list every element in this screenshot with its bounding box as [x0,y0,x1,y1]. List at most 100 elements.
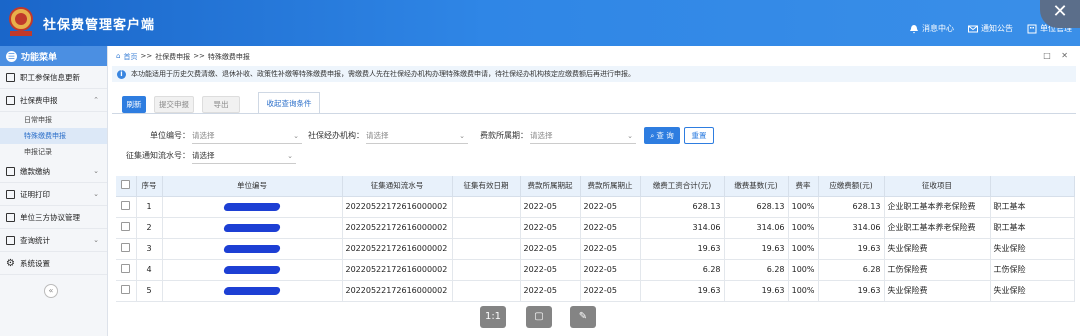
row-checkbox[interactable] [121,201,131,210]
sidebar-item-label: 查询统计 [20,235,50,245]
table-row[interactable]: 5 20220522172616000002 2022-05 2022-05 19.63… [116,280,1075,302]
chevron-down-icon: ⌄ [93,190,99,198]
valid-date-cell [452,196,521,218]
period-start-cell: 2022-05 [520,259,581,281]
base-cell: 6.28 [724,259,789,281]
sidebar-item-label: 证明打印 [20,189,50,199]
item-type-cell: 职工基本 [990,217,1075,239]
col-header: 费款所属期起 [520,176,581,197]
unit-number-cell [162,238,343,260]
item-cell: 失业保险费 [884,238,991,260]
sidebar-header: ☰ 功能菜单 [0,46,107,66]
sidebar-item-label: 系统设置 [19,258,50,268]
period-start-cell: 2022-05 [520,280,581,302]
sidebar: ☰ 功能菜单 职工参保信息更新 社保费申报 ⌃ 日常申报 特殊缴费申报 申报记录… [0,46,108,336]
sidebar-item-label: 缴款缴纳 [20,166,50,176]
sidebar-subitem-records[interactable]: 申报记录 [0,144,107,160]
unit-no-select[interactable]: 请选择 ⌄ [192,128,302,144]
valid-date-cell [452,280,521,302]
select-all-cell[interactable] [116,176,137,197]
chevron-down-icon: ⌄ [627,131,633,140]
sidebar-item-insured-update[interactable]: 职工参保信息更新 [0,66,107,89]
notice-link[interactable]: 通知公告 [968,23,1013,34]
close-icon[interactable]: ✕ [1040,0,1080,28]
row-number: 1 [136,196,163,218]
serial-select[interactable]: 请选择 ⌄ [192,148,296,164]
redacted-unit-number [223,265,281,274]
sidebar-item-payment[interactable]: 缴款缴纳 ⌄ [0,160,107,183]
fit-screen-button[interactable]: ▢ [526,306,552,328]
sidebar-subitem-special[interactable]: 特殊缴费申报 [0,128,107,144]
document-icon [6,212,15,222]
agency-select[interactable]: 请选择 ⌄ [366,128,468,144]
col-header: 序号 [136,176,163,197]
row-select-cell[interactable] [116,280,137,302]
row-checkbox[interactable] [121,222,131,231]
table-row[interactable]: 3 20220522172616000002 2022-05 2022-05 19.63… [116,238,1075,260]
query-button[interactable]: ⌕ 查 询 [644,127,680,144]
item-cell: 企业职工基本养老保险费 [884,217,991,239]
breadcrumb-level2: 特殊缴费申报 [207,53,250,61]
breadcrumb-home[interactable]: 首页 [123,52,137,62]
edit-button[interactable]: ✎ [570,306,596,328]
unit-number-cell [162,280,343,302]
collapse-filter-tab[interactable]: 收起查询条件 [258,92,320,114]
export-button[interactable]: 导出 [202,96,240,113]
period-select[interactable]: 请选择 ⌄ [530,128,636,144]
home-icon: ⌂ [116,52,121,60]
submit-declaration-button[interactable]: 提交申报 [154,96,194,113]
col-header: 征收项目 [884,176,991,197]
app-header: 社保费管理客户端 消息中心 通知公告 单位管理 ✕ [0,0,1080,46]
sidebar-item-query[interactable]: 查询统计 ⌄ [0,229,107,252]
row-checkbox[interactable] [121,264,131,273]
table-row[interactable]: 1 20220522172616000002 2022-05 2022-05 628.1… [116,196,1075,218]
serial-cell: 20220522172616000002 [342,196,453,218]
refresh-button[interactable]: 刷新 [122,96,146,113]
breadcrumb: ⌂ 首页 >> 社保费申报 >> 特殊缴费申报 [116,52,250,62]
agency-label: 社保经办机构： [308,131,364,140]
table-header-row: 序号 单位编号 征集通知流水号 征集有效日期 费款所属期起 费款所属期止 缴费工… [116,176,1075,197]
col-header: 应缴费额(元) [818,176,885,197]
col-header: 征集通知流水号 [342,176,453,197]
col-header: 缴费工资合计(元) [640,176,725,197]
redacted-unit-number [223,223,281,232]
tab-controls[interactable]: □ ✕ [1043,51,1072,60]
row-select-cell[interactable] [116,238,137,260]
breadcrumb-level1[interactable]: 社保费申报 [155,52,190,62]
item-type-cell: 失业保险 [990,238,1075,260]
breadcrumb-sep: >> [140,52,153,60]
row-select-cell[interactable] [116,196,137,218]
select-all-checkbox[interactable] [121,180,131,190]
row-checkbox[interactable] [121,243,131,252]
due-amount-cell: 628.13 [818,196,885,218]
wage-total-cell: 19.63 [640,238,725,260]
base-cell: 19.63 [724,238,789,260]
actual-size-button[interactable]: 1:1 [480,306,506,328]
row-select-cell[interactable] [116,259,137,281]
period-end-cell: 2022-05 [580,238,641,260]
due-amount-cell: 6.28 [818,259,885,281]
table-row[interactable]: 4 20220522172616000002 2022-05 2022-05 6.28 6… [116,259,1075,281]
unit-number-cell [162,196,343,218]
table-row[interactable]: 2 20220522172616000002 2022-05 2022-05 314.0… [116,217,1075,239]
chevron-down-icon: ⌄ [93,167,99,175]
period-start-cell: 2022-05 [520,238,581,260]
sidebar-item-declaration[interactable]: 社保费申报 ⌃ [0,89,107,112]
item-cell: 企业职工基本养老保险费 [884,196,991,218]
sidebar-subitem-daily[interactable]: 日常申报 [0,112,107,128]
reset-button[interactable]: 重置 [684,127,714,144]
chevron-down-icon: ⌄ [459,131,465,140]
row-checkbox[interactable] [121,285,131,294]
row-number: 3 [136,238,163,260]
col-header: 费款所属期止 [580,176,641,197]
row-select-cell[interactable] [116,217,137,239]
printer-icon [6,189,15,199]
list-icon [6,95,15,105]
message-center-link[interactable]: 消息中心 [909,23,954,34]
collapse-sidebar-button[interactable]: « [44,284,58,298]
sidebar-item-settings[interactable]: ⚙ 系统设置 [0,252,107,275]
sidebar-item-agreement[interactable]: 单位三方协议管理 [0,206,107,229]
item-type-cell: 失业保险 [990,280,1075,302]
chevron-up-icon: ⌃ [93,96,99,104]
sidebar-item-certificate[interactable]: 证明打印 ⌄ [0,183,107,206]
